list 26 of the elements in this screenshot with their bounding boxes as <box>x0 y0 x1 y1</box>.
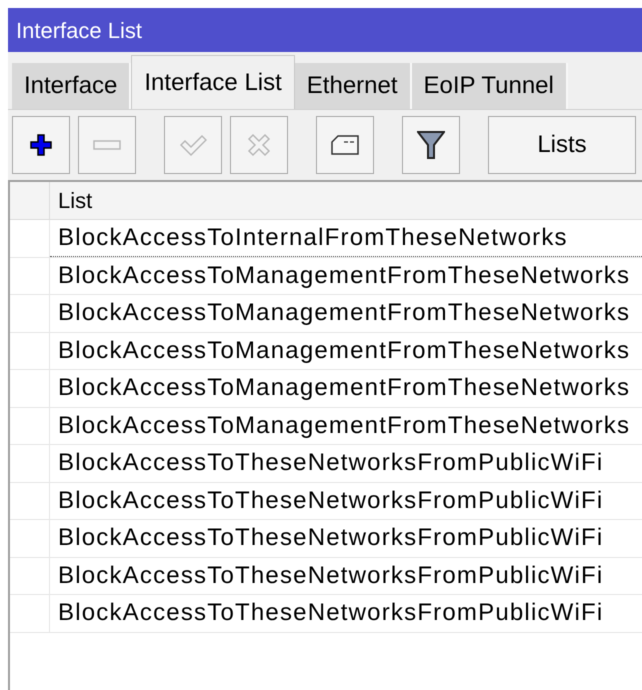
comment-button[interactable] <box>316 116 374 174</box>
table-cell[interactable]: BlockAccessToTheseNetworksFromPublicWiFi <box>50 558 642 594</box>
table-cell[interactable]: BlockAccessToTheseNetworksFromPublicWiFi <box>50 482 642 519</box>
tab[interactable]: Interface List <box>131 55 295 109</box>
table-cell[interactable]: BlockAccessToTheseNetworksFromPublicWiFi <box>50 445 642 482</box>
table-cell[interactable]: BlockAccessToInternalFromTheseNetworks <box>50 220 642 256</box>
checkmark-icon <box>179 133 207 157</box>
lists-button[interactable]: Lists <box>488 116 636 174</box>
plus-icon <box>29 133 53 157</box>
x-icon <box>247 133 271 157</box>
filter-button[interactable] <box>402 116 460 174</box>
tab[interactable]: Ethernet <box>294 63 412 109</box>
table-cell[interactable]: BlockAccessToManagementFromTheseNetworks <box>50 332 642 369</box>
table-cell[interactable]: BlockAccessToTheseNetworksFromPublicWiFi <box>50 520 642 556</box>
tab[interactable]: EoIP Tunnel <box>412 63 568 109</box>
window-title: Interface List <box>16 16 142 44</box>
table-cell[interactable]: BlockAccessToManagementFromTheseNetworks <box>50 258 642 294</box>
add-button[interactable] <box>12 116 70 174</box>
minus-icon <box>93 139 121 151</box>
filter-icon <box>417 130 445 160</box>
note-icon <box>330 134 360 156</box>
tab[interactable]: Interface <box>12 63 132 109</box>
table-cell[interactable]: BlockAccessToTheseNetworksFromPublicWiFi <box>50 595 642 632</box>
table-cell[interactable]: BlockAccessToManagementFromTheseNetworks <box>50 408 642 444</box>
table-cell[interactable]: BlockAccessToManagementFromTheseNetworks <box>50 370 642 406</box>
table-cell[interactable]: BlockAccessToManagementFromTheseNetworks <box>50 295 642 332</box>
